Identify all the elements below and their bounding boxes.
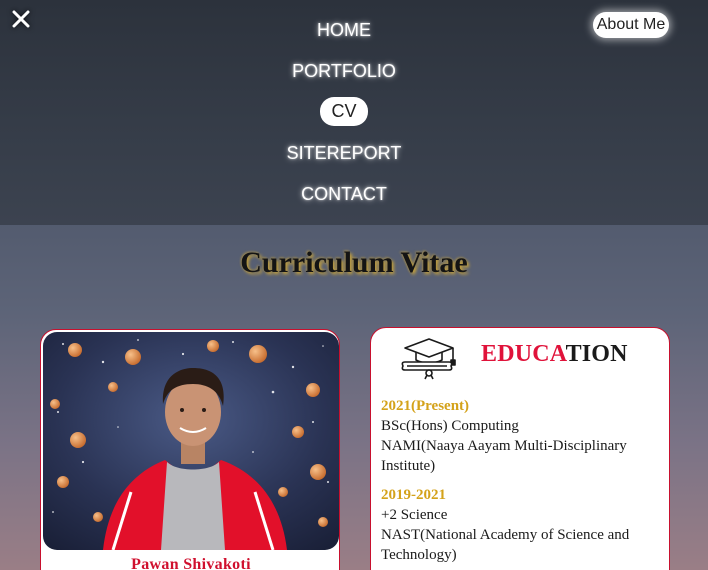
- menu-item-contact[interactable]: CONTACT: [0, 181, 688, 208]
- menu-item-home[interactable]: HOME: [0, 17, 688, 44]
- profile-photo: [43, 332, 339, 550]
- education-heading-part1: EDUCA: [481, 341, 566, 367]
- education-card: EDUCATION 2021(Present) BSc(Hons) Comput…: [370, 327, 670, 570]
- profile-name: Pawan Shivakoti: [131, 556, 251, 570]
- education-entry: 2019-2021 +2 Science NAST(National Acade…: [381, 485, 666, 565]
- menu-item-cv[interactable]: CV: [0, 97, 688, 126]
- page-title: Curriculum Vitae: [240, 246, 468, 279]
- menu-item-label: HOME: [317, 20, 371, 40]
- nav-overlay: HOME PORTFOLIO CV SITEREPORT CONTACT Abo…: [0, 0, 708, 225]
- menu-item-label: CONTACT: [301, 184, 387, 204]
- education-heading: EDUCATION: [481, 341, 628, 368]
- education-years: 2019-2021: [381, 487, 446, 503]
- menu-item-sitereport[interactable]: SITEREPORT: [0, 140, 688, 167]
- menu-item-label: PORTFOLIO: [292, 61, 396, 81]
- profile-card: Pawan Shivakoti: [40, 329, 340, 570]
- menu-item-label: CV: [320, 97, 368, 126]
- about-me-button[interactable]: About Me: [593, 12, 669, 38]
- education-entry: 2021(Present) BSc(Hons) Computing NAMI(N…: [381, 396, 666, 476]
- education-course: BSc(Hons) Computing: [381, 418, 519, 434]
- graduation-cap-icon: [401, 338, 456, 380]
- education-institute: NAST(National Academy of Science and Tec…: [381, 527, 630, 563]
- menu-item-portfolio[interactable]: PORTFOLIO: [0, 58, 688, 85]
- education-institute: NAMI(Naaya Aayam Multi-Disciplinary Inst…: [381, 438, 627, 474]
- menu-item-label: SITEREPORT: [286, 143, 402, 163]
- education-course: +2 Science: [381, 507, 448, 523]
- education-heading-part2: TION: [565, 341, 628, 367]
- education-years: 2021(Present): [381, 398, 470, 414]
